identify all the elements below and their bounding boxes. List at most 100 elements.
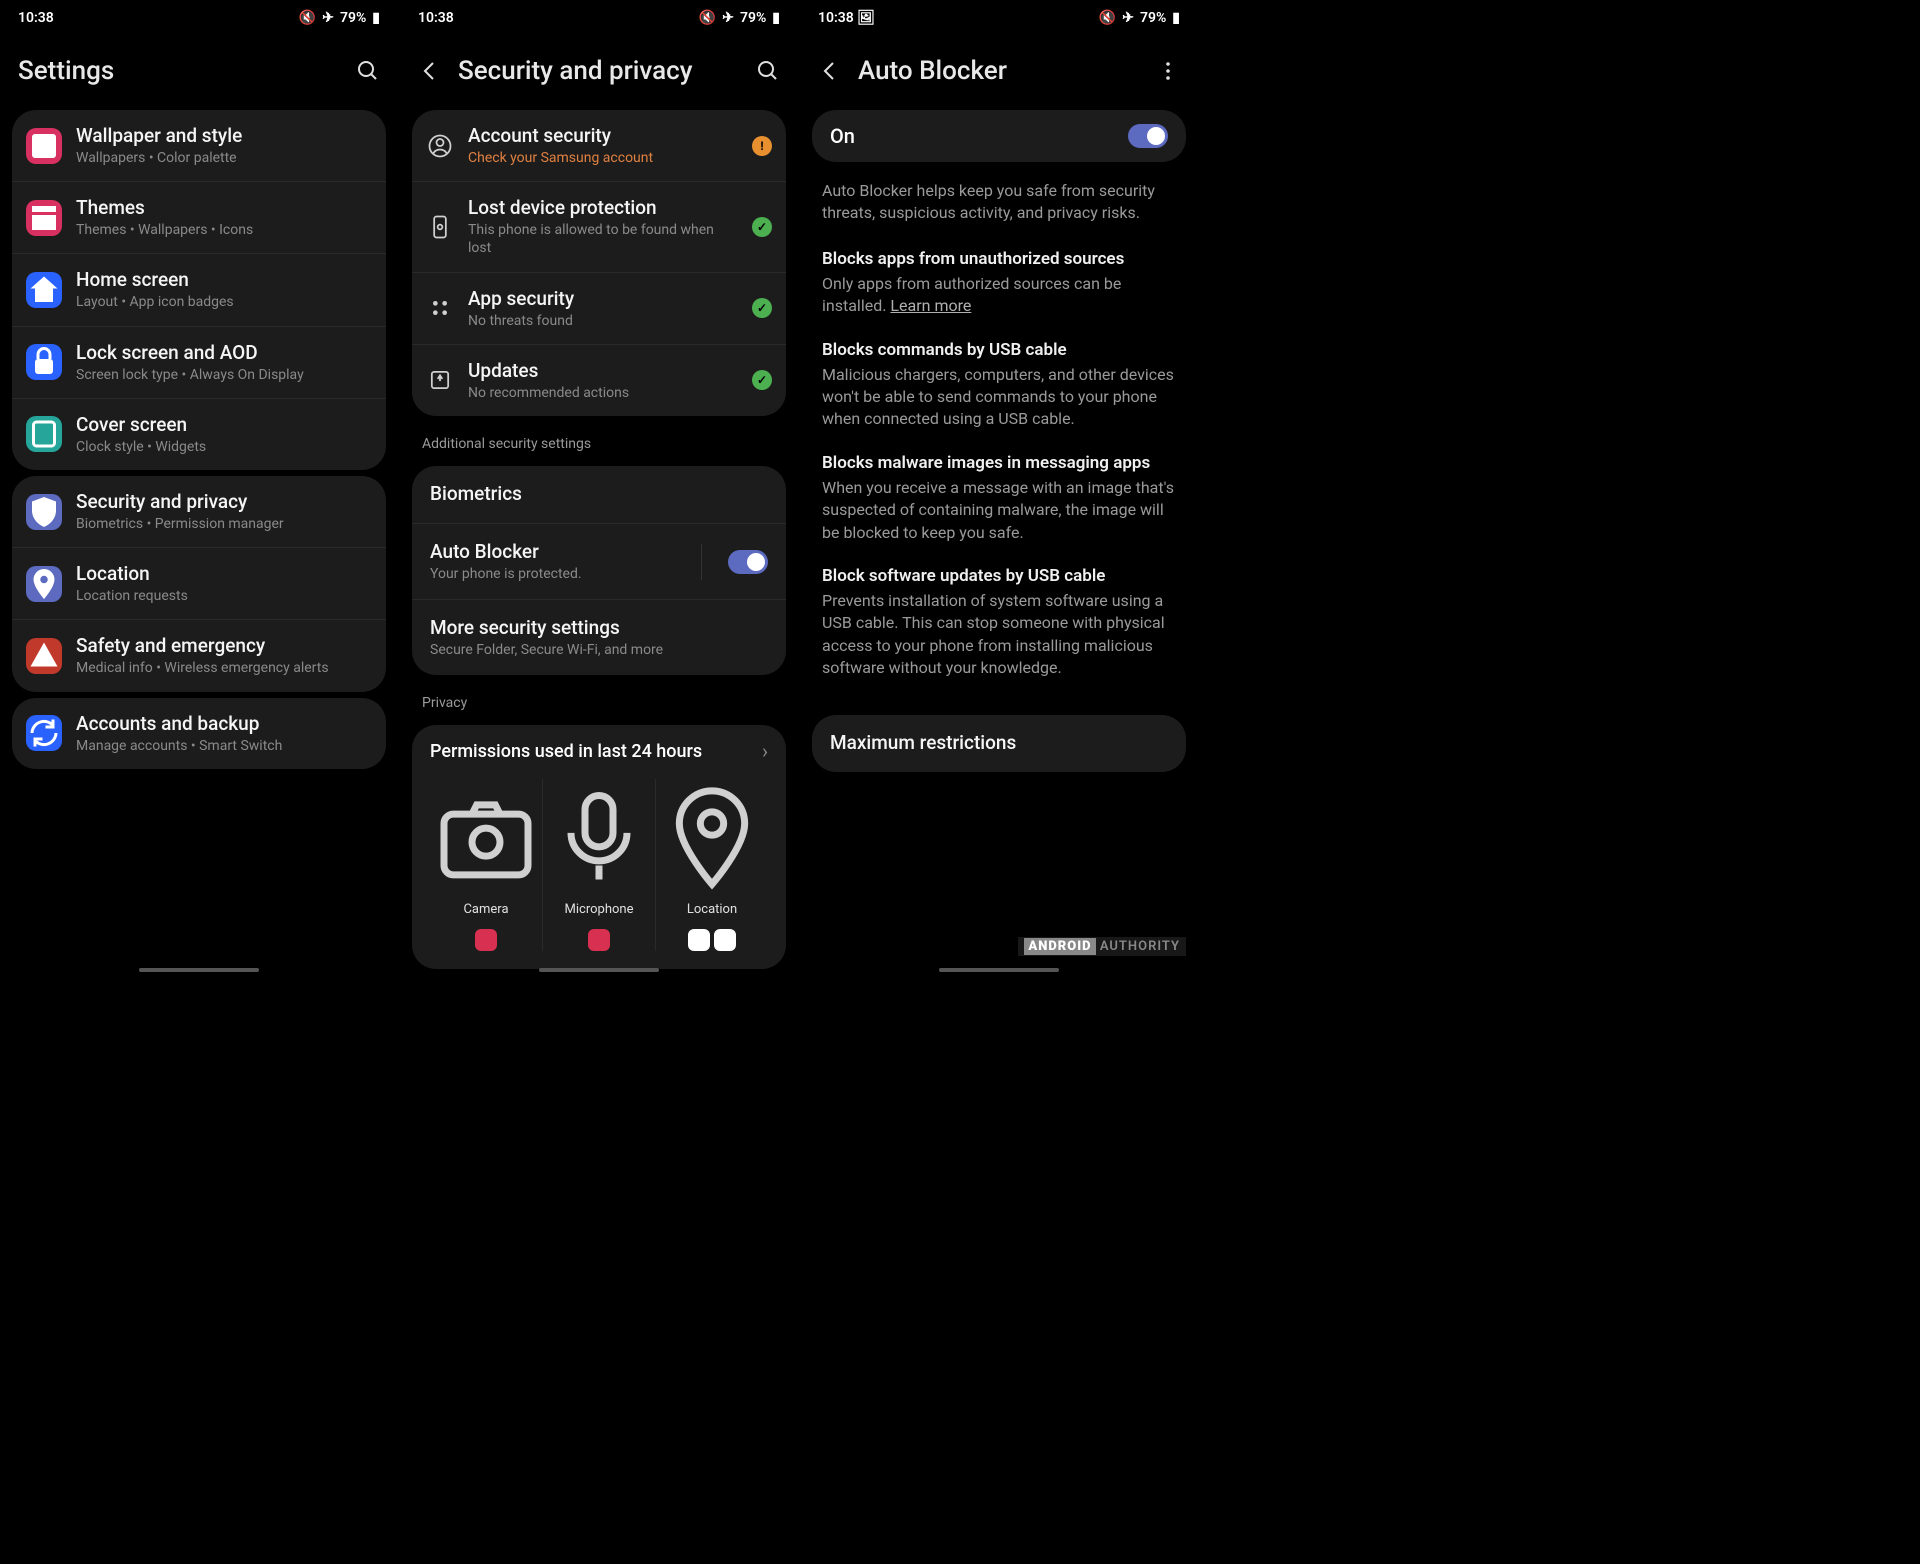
- item-title: Home screen: [76, 268, 372, 291]
- toggle-switch[interactable]: [728, 550, 768, 574]
- security-item[interactable]: Updates No recommended actions ✓: [412, 345, 786, 416]
- settings-item[interactable]: Location Location requests: [12, 548, 386, 620]
- item-title: Cover screen: [76, 413, 372, 436]
- item-subtitle: Location requests: [76, 587, 372, 605]
- autoblocker-toggle-card[interactable]: On: [812, 110, 1186, 162]
- item-subtitle: Screen lock type • Always On Display: [76, 366, 372, 384]
- battery-icon: ▮: [372, 10, 380, 26]
- settings-item[interactable]: Lock screen and AOD Screen lock type • A…: [12, 327, 386, 399]
- security-item[interactable]: Lost device protection This phone is all…: [412, 182, 786, 272]
- item-subtitle: No recommended actions: [468, 384, 738, 402]
- item-subtitle: Biometrics • Permission manager: [76, 515, 372, 533]
- section-heading: Blocks apps from unauthorized sources: [822, 249, 1176, 269]
- settings-item[interactable]: Wallpaper and style Wallpapers • Color p…: [12, 110, 386, 182]
- item-title: Auto Blocker: [430, 540, 687, 563]
- settings-item[interactable]: Safety and emergency Medical info • Wire…: [12, 620, 386, 691]
- additional-item[interactable]: Biometrics: [412, 466, 786, 524]
- security-item[interactable]: App security No threats found ✓: [412, 273, 786, 345]
- app-icons: [475, 929, 497, 951]
- additional-item[interactable]: More security settingsSecure Folder, Sec…: [412, 600, 786, 675]
- settings-item[interactable]: Accounts and backup Manage accounts • Sm…: [12, 698, 386, 769]
- item-text: Lost device protection This phone is all…: [468, 196, 738, 257]
- item-text: Security and privacy Biometrics • Permis…: [76, 490, 372, 533]
- settings-item[interactable]: Themes Themes • Wallpapers • Icons: [12, 182, 386, 254]
- status-ok-icon: ✓: [752, 217, 772, 237]
- status-ok-icon: ✓: [752, 298, 772, 318]
- max-restrictions-title: Maximum restrictions: [830, 731, 1168, 754]
- back-icon[interactable]: [418, 59, 442, 83]
- permissions-card[interactable]: Permissions used in last 24 hours › Came…: [412, 725, 786, 969]
- item-title: Lost device protection: [468, 196, 738, 219]
- mute-icon: 🔇: [299, 10, 316, 26]
- item-text: App security No threats found: [468, 287, 738, 330]
- back-icon[interactable]: [818, 59, 842, 83]
- location-icon: [26, 566, 62, 602]
- permission-cell[interactable]: Microphone: [543, 779, 656, 951]
- permission-cell[interactable]: Camera: [430, 779, 543, 951]
- themes-icon: [26, 200, 62, 236]
- cover-icon: [26, 416, 62, 452]
- section-heading: Blocks malware images in messaging apps: [822, 453, 1176, 473]
- more-icon[interactable]: [1156, 59, 1180, 83]
- section-body: Malicious chargers, computers, and other…: [822, 364, 1176, 431]
- settings-item[interactable]: Security and privacy Biometrics • Permis…: [12, 476, 386, 548]
- permission-cell[interactable]: Location: [656, 779, 768, 951]
- search-icon[interactable]: [756, 59, 780, 83]
- settings-item[interactable]: Cover screen Clock style • Widgets: [12, 399, 386, 470]
- info-section: Blocks malware images in messaging apps …: [822, 453, 1176, 544]
- airplane-icon: ✈: [1122, 10, 1134, 26]
- watermark: ANDROID AUTHORITY: [1018, 937, 1186, 956]
- item-text: Account security Check your Samsung acco…: [468, 124, 738, 167]
- security-item[interactable]: Account security Check your Samsung acco…: [412, 110, 786, 182]
- item-subtitle: Secure Folder, Secure Wi-Fi, and more: [430, 641, 768, 659]
- section-label-privacy: Privacy: [400, 681, 798, 719]
- nav-handle[interactable]: [139, 968, 259, 972]
- additional-item[interactable]: Auto BlockerYour phone is protected.: [412, 524, 786, 600]
- info-section: Block software updates by USB cable Prev…: [822, 566, 1176, 680]
- app-icon: [475, 929, 497, 951]
- status-right: 🔇 ✈ 79% ▮: [299, 10, 380, 26]
- chevron-right-icon: ›: [762, 739, 768, 763]
- item-text: Biometrics: [430, 482, 768, 507]
- header: Security and privacy: [400, 32, 798, 104]
- max-restrictions-card[interactable]: Maximum restrictions: [812, 715, 1186, 772]
- airplane-icon: ✈: [722, 10, 734, 26]
- phone-security: 10:38 🔇 ✈ 79% ▮ Security and privacy Acc…: [400, 0, 798, 978]
- nav-handle[interactable]: [539, 968, 659, 972]
- status-right: 🔇 ✈ 79% ▮: [1099, 10, 1180, 26]
- item-subtitle: Themes • Wallpapers • Icons: [76, 221, 372, 239]
- status-time: 10:38: [18, 10, 54, 26]
- security-main-card: Account security Check your Samsung acco…: [412, 110, 786, 416]
- item-text: Safety and emergency Medical info • Wire…: [76, 634, 372, 677]
- item-title: Security and privacy: [76, 490, 372, 513]
- app-icon: [688, 929, 710, 951]
- item-subtitle: No threats found: [468, 312, 738, 330]
- battery-text: 79%: [340, 10, 366, 26]
- section-body: Only apps from authorized sources can be…: [822, 273, 1176, 318]
- item-text: Location Location requests: [76, 562, 372, 605]
- status-bar: 10:38 🔇 ✈ 79% ▮: [400, 0, 798, 32]
- header: Auto Blocker: [800, 32, 1198, 104]
- item-text: Lock screen and AOD Screen lock type • A…: [76, 341, 372, 384]
- status-time: 10:38 🖼: [818, 10, 875, 26]
- mic-icon: [543, 779, 655, 896]
- permissions-title: Permissions used in last 24 hours: [430, 741, 702, 762]
- toggle-switch[interactable]: [1128, 124, 1168, 148]
- section-body: When you receive a message with an image…: [822, 477, 1176, 544]
- item-title: Account security: [468, 124, 738, 147]
- nav-handle[interactable]: [939, 968, 1059, 972]
- learn-more-link[interactable]: Learn more: [890, 296, 971, 315]
- pin-icon: [656, 779, 768, 896]
- settings-item[interactable]: Home screen Layout • App icon badges: [12, 254, 386, 326]
- section-label-additional: Additional security settings: [400, 422, 798, 460]
- item-text: Auto BlockerYour phone is protected.: [430, 540, 687, 583]
- item-text: Themes Themes • Wallpapers • Icons: [76, 196, 372, 239]
- page-title: Settings: [18, 56, 340, 86]
- wallpaper-icon: [26, 128, 62, 164]
- item-title: Safety and emergency: [76, 634, 372, 657]
- item-text: Updates No recommended actions: [468, 359, 738, 402]
- item-text: More security settingsSecure Folder, Sec…: [430, 616, 768, 659]
- search-icon[interactable]: [356, 59, 380, 83]
- app-icon: [588, 929, 610, 951]
- status-ok-icon: ✓: [752, 370, 772, 390]
